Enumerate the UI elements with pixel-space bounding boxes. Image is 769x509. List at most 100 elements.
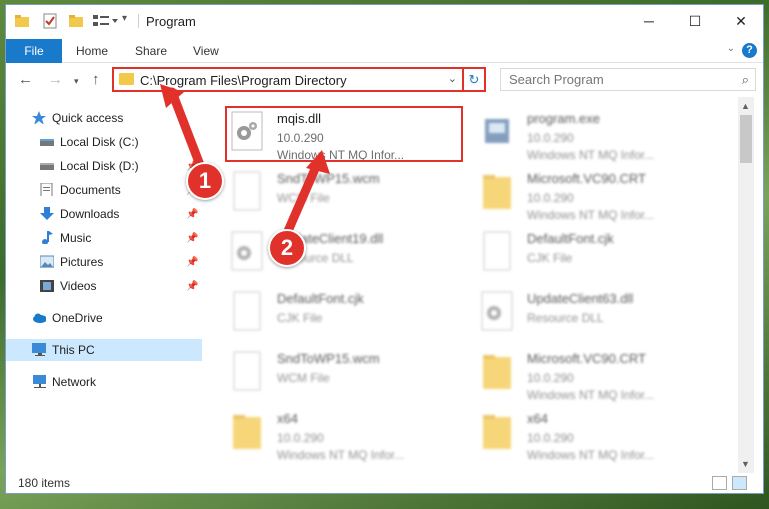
scroll-up-icon[interactable]: ▲ xyxy=(741,101,750,111)
file-type: WCM File xyxy=(277,191,330,205)
file-type: Resource DLL xyxy=(527,311,604,325)
back-arrow-icon[interactable]: ← xyxy=(18,71,33,88)
music-icon xyxy=(42,231,53,244)
sidebar-item-onedrive[interactable]: OneDrive xyxy=(6,307,202,329)
file-icon xyxy=(233,351,261,391)
refresh-button[interactable]: ↻ xyxy=(464,67,486,92)
sidebar-item-label: Videos xyxy=(60,279,97,293)
dll-gear-icon xyxy=(481,291,513,331)
cloud-icon xyxy=(33,313,46,323)
scrollbar-thumb[interactable] xyxy=(740,115,752,163)
folder-icon xyxy=(483,175,511,209)
file-item[interactable]: UpdateClient63.dll Resource DLL xyxy=(481,287,721,339)
sidebar-item-label: Network xyxy=(52,375,97,389)
file-type: CJK File xyxy=(277,311,323,325)
file-version: 10.0.290 xyxy=(527,371,574,385)
new-folder-icon[interactable] xyxy=(68,13,84,29)
file-version: 10.0.290 xyxy=(527,431,574,445)
file-item[interactable]: x64 10.0.290 Windows NT MQ Infor... xyxy=(231,407,471,462)
expand-ribbon-icon[interactable]: ⌄ xyxy=(727,43,735,54)
sidebar-item-quick-access[interactable]: Quick access xyxy=(6,107,202,129)
documents-icon xyxy=(40,183,53,196)
ribbon-tabs: File Home Share View ⌄ ? xyxy=(6,39,763,63)
large-icons-view-icon[interactable] xyxy=(732,476,747,490)
file-item[interactable]: program.exe 10.0.290 Windows NT MQ Infor… xyxy=(481,107,721,162)
sidebar-item-videos[interactable]: Videos 📌 xyxy=(6,275,202,297)
file-name: x64 xyxy=(277,411,298,426)
minimize-button[interactable]: ─ xyxy=(626,5,672,37)
tab-view[interactable]: View xyxy=(193,44,219,58)
vertical-scrollbar[interactable]: ▲ ▼ xyxy=(738,97,754,473)
download-icon xyxy=(40,207,54,220)
file-item[interactable]: DefaultFont.cjk CJK File xyxy=(231,287,471,339)
up-arrow-icon[interactable]: ↑ xyxy=(92,71,100,88)
file-description: Windows NT MQ Infor... xyxy=(527,388,655,402)
navigation-bar: ← → ▾ ↑ C:\Program Files\Program Directo… xyxy=(6,65,763,95)
file-item[interactable]: x64 10.0.290 Windows NT MQ Infor... xyxy=(481,407,721,462)
computer-icon xyxy=(32,343,46,356)
sidebar-item-music[interactable]: Music 📌 xyxy=(6,227,202,249)
sidebar-item-label: Local Disk (C:) xyxy=(60,135,139,149)
file-item[interactable]: Microsoft.VC90.CRT 10.0.290 Windows NT M… xyxy=(481,167,721,222)
pin-icon[interactable]: 📌 xyxy=(186,257,198,268)
tab-home[interactable]: Home xyxy=(76,44,108,58)
sidebar-item-pictures[interactable]: Pictures 📌 xyxy=(6,251,202,273)
help-icon[interactable]: ? xyxy=(742,43,757,58)
sidebar-item-documents[interactable]: Documents 📌 xyxy=(6,179,202,201)
address-path[interactable]: C:\Program Files\Program Directory xyxy=(140,73,347,88)
file-item[interactable]: SndToWP15.wcm WCM File xyxy=(231,347,471,399)
sidebar-item-local-disk-c[interactable]: Local Disk (C:) xyxy=(6,131,202,153)
file-name: DefaultFont.cjk xyxy=(527,231,614,246)
folder-icon xyxy=(483,355,511,389)
tab-share[interactable]: Share xyxy=(135,44,167,58)
details-view-icon[interactable] xyxy=(712,476,727,490)
search-input[interactable] xyxy=(509,69,729,90)
file-description: Windows NT MQ Infor... xyxy=(527,148,655,162)
sidebar-item-label: Pictures xyxy=(60,255,104,269)
sidebar-item-local-disk-d[interactable]: Local Disk (D:) 📌 xyxy=(6,155,202,177)
file-item[interactable]: DefaultFont.cjk CJK File xyxy=(481,227,721,279)
file-description: Windows NT MQ Infor... xyxy=(527,448,655,462)
view-options-icon[interactable] xyxy=(92,13,118,29)
file-item[interactable]: Microsoft.VC90.CRT 10.0.290 Windows NT M… xyxy=(481,347,721,402)
file-name: x64 xyxy=(527,411,548,426)
file-name: SndToWP15.wcm xyxy=(277,171,380,186)
sidebar-item-downloads[interactable]: Downloads 📌 xyxy=(6,203,202,225)
pin-icon[interactable]: 📌 xyxy=(186,209,198,220)
sidebar-item-network[interactable]: Network xyxy=(6,371,202,393)
callout-1: 1 xyxy=(186,162,224,200)
pin-icon[interactable]: 📌 xyxy=(186,233,198,244)
file-item[interactable]: SndToWP15.wcm WCM File xyxy=(231,167,471,219)
close-button[interactable]: ✕ xyxy=(718,5,764,37)
sidebar-item-label: OneDrive xyxy=(52,311,103,325)
forward-arrow-icon[interactable]: → xyxy=(48,71,63,88)
sidebar-item-label: Documents xyxy=(60,183,121,197)
drive-icon xyxy=(40,139,54,146)
customize-toolbar-icon[interactable]: ▾ xyxy=(122,13,127,29)
pin-icon[interactable]: 📌 xyxy=(186,281,198,292)
properties-icon[interactable] xyxy=(42,13,58,29)
videos-icon xyxy=(40,280,54,292)
folder-icon[interactable] xyxy=(14,13,30,29)
scroll-down-icon[interactable]: ▼ xyxy=(741,459,750,469)
sidebar-item-label: Local Disk (D:) xyxy=(60,159,139,173)
maximize-button[interactable]: ☐ xyxy=(672,5,718,37)
search-icon[interactable]: ⌕ xyxy=(742,72,749,88)
file-icon xyxy=(233,171,261,211)
file-type: WCM File xyxy=(277,371,330,385)
navigation-pane: Quick access Local Disk (C:) Local Disk … xyxy=(6,97,202,467)
tab-file[interactable]: File xyxy=(6,39,62,63)
sidebar-item-this-pc[interactable]: This PC xyxy=(6,339,202,361)
exe-icon xyxy=(485,119,509,143)
file-icon xyxy=(483,231,511,271)
dll-gear-icon xyxy=(231,231,263,271)
star-icon xyxy=(32,111,46,124)
chevron-down-icon[interactable]: ⌄ xyxy=(448,72,457,85)
file-icon xyxy=(233,291,261,331)
address-bar[interactable]: C:\Program Files\Program Directory ⌄ xyxy=(112,67,464,92)
file-name: SndToWP15.wcm xyxy=(277,351,380,366)
file-explorer-window: ▾ Program ─ ☐ ✕ File Home Share View ⌄ ?… xyxy=(5,4,764,494)
search-box[interactable]: ⌕ xyxy=(500,68,756,91)
recent-locations-icon[interactable]: ▾ xyxy=(74,76,79,87)
file-item[interactable]: UpdateClient19.dll Resource DLL xyxy=(231,227,471,279)
